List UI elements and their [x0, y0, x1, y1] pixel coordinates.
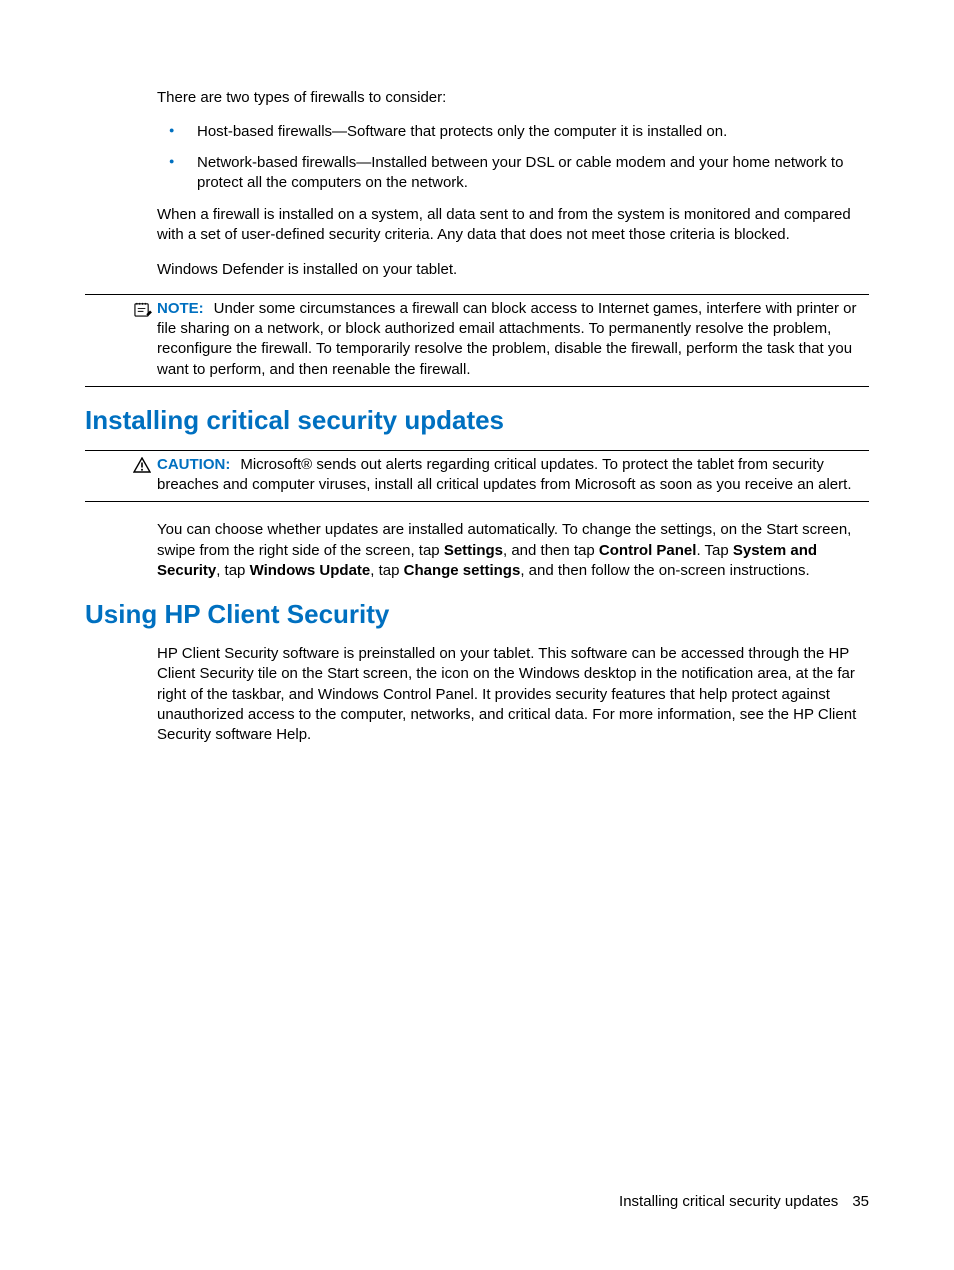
note-label: NOTE: — [157, 300, 204, 317]
note-callout: NOTE:Under some circumstances a firewall… — [85, 294, 869, 387]
footer-section-label: Installing critical security updates — [619, 1193, 838, 1210]
heading-installing-updates: Installing critical security updates — [85, 405, 869, 436]
list-item: Host-based firewalls—Software that prote… — [157, 122, 869, 142]
intro-paragraph: There are two types of firewalls to cons… — [157, 88, 869, 108]
heading-hp-client-security: Using HP Client Security — [85, 599, 869, 630]
firewall-explanation: When a firewall is installed on a system… — [157, 205, 869, 246]
updates-instructions: You can choose whether updates are insta… — [157, 520, 869, 581]
defender-installed: Windows Defender is installed on your ta… — [157, 260, 869, 280]
caution-text: Microsoft® sends out alerts regarding cr… — [157, 456, 851, 493]
firewall-types-list: Host-based firewalls—Software that prote… — [157, 122, 869, 193]
caution-icon — [133, 457, 153, 475]
note-icon — [133, 301, 153, 319]
list-item: Network-based firewalls—Installed betwee… — [157, 153, 869, 194]
page-number: 35 — [852, 1193, 869, 1210]
note-text: Under some circumstances a firewall can … — [157, 300, 856, 378]
page-footer: Installing critical security updates 35 — [619, 1193, 869, 1210]
hp-client-security-paragraph: HP Client Security software is preinstal… — [157, 644, 869, 745]
caution-callout: CAUTION:Microsoft® sends out alerts rega… — [85, 450, 869, 503]
caution-label: CAUTION: — [157, 456, 230, 473]
